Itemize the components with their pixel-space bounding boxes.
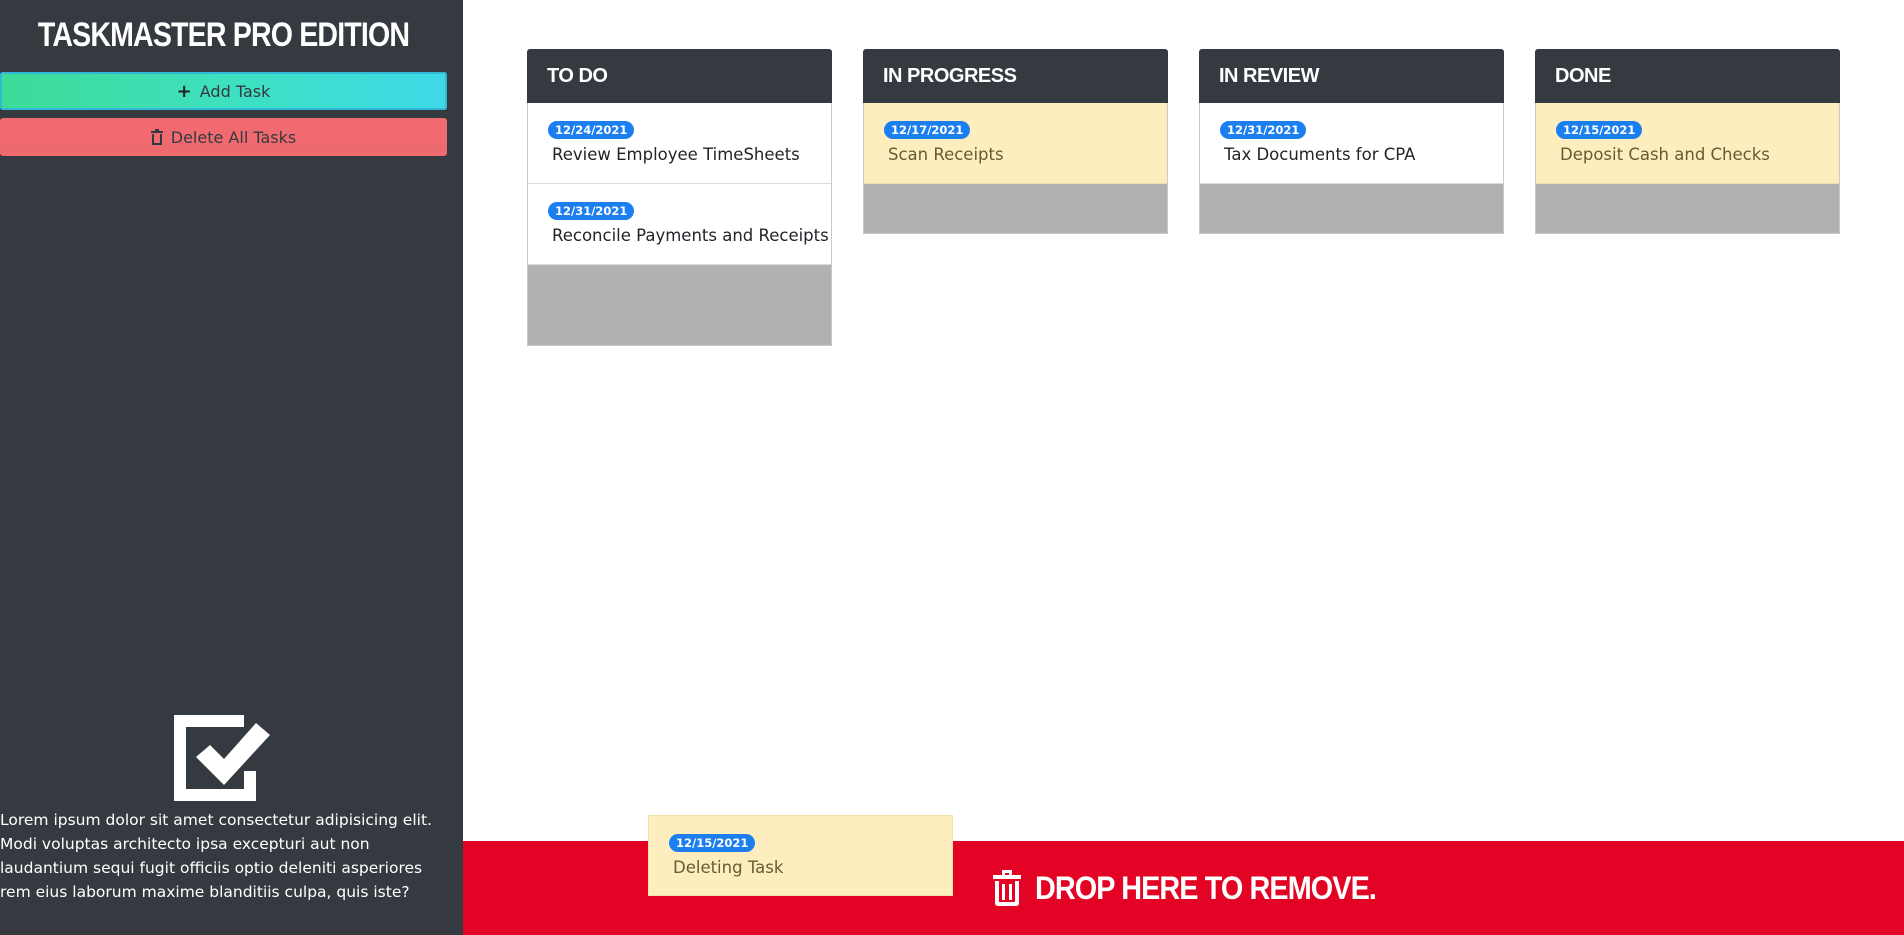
column-done: DONE 12/15/2021 Deposit Cash and Checks	[1535, 49, 1840, 234]
due-date-badge: 12/15/2021	[1556, 121, 1643, 139]
column-drop-area[interactable]	[1200, 184, 1503, 233]
drop-zone-label: DROP HERE TO REMOVE.	[1035, 869, 1377, 906]
task-text: Tax Documents for CPA	[1224, 145, 1416, 164]
column-in-progress: IN PROGRESS 12/17/2021 Scan Receipts	[863, 49, 1168, 234]
column-header: TO DO	[527, 49, 832, 103]
due-date-badge: 12/15/2021	[669, 834, 756, 852]
task-text: Deleting Task	[673, 858, 784, 877]
task-card[interactable]: 12/31/2021 Tax Documents for CPA	[1200, 103, 1503, 184]
column-header: IN REVIEW	[1199, 49, 1504, 103]
column-drop-area[interactable]	[528, 265, 831, 345]
delete-all-label: Delete All Tasks	[170, 127, 297, 147]
task-text: Scan Receipts	[888, 145, 1004, 164]
sidebar: TASKMASTER PRO EDITION + Add Task Delete…	[0, 0, 463, 935]
column-in-review: IN REVIEW 12/31/2021 Tax Documents for C…	[1199, 49, 1504, 234]
sidebar-description: Lorem ipsum dolor sit amet consectetur a…	[0, 811, 432, 901]
task-text: Review Employee TimeSheets	[552, 145, 800, 164]
trash-icon	[150, 128, 163, 145]
delete-all-tasks-button[interactable]: Delete All Tasks	[0, 118, 447, 156]
app: TASKMASTER PRO EDITION + Add Task Delete…	[0, 0, 1904, 935]
column-todo: TO DO 12/24/2021 Review Employee TimeShe…	[527, 49, 832, 346]
add-task-button[interactable]: + Add Task	[0, 72, 447, 110]
column-body[interactable]: 12/17/2021 Scan Receipts	[863, 103, 1168, 234]
checkbox-check-icon	[174, 715, 270, 801]
column-drop-area[interactable]	[1536, 184, 1839, 233]
due-date-badge: 12/31/2021	[548, 202, 635, 220]
task-card[interactable]: 12/31/2021 Reconcile Payments and Receip…	[528, 184, 831, 265]
dragging-task-card[interactable]: 12/15/2021 Deleting Task	[648, 815, 953, 896]
task-card[interactable]: 12/24/2021 Review Employee TimeSheets	[528, 103, 831, 184]
due-date-badge: 12/31/2021	[1220, 121, 1307, 139]
plus-icon: +	[176, 80, 192, 102]
task-text: Deposit Cash and Checks	[1560, 145, 1770, 164]
column-drop-area[interactable]	[864, 184, 1167, 233]
trash-icon	[993, 870, 1022, 906]
task-card[interactable]: 12/15/2021 Deposit Cash and Checks	[1536, 103, 1839, 184]
column-header: DONE	[1535, 49, 1840, 103]
app-title: TASKMASTER PRO EDITION	[37, 16, 410, 54]
add-task-label: Add Task	[199, 81, 271, 101]
due-date-badge: 12/24/2021	[548, 121, 635, 139]
column-header: IN PROGRESS	[863, 49, 1168, 103]
column-body[interactable]: 12/31/2021 Tax Documents for CPA	[1199, 103, 1504, 234]
task-card[interactable]: 12/17/2021 Scan Receipts	[864, 103, 1167, 184]
column-body[interactable]: 12/15/2021 Deposit Cash and Checks	[1535, 103, 1840, 234]
task-text: Reconcile Payments and Receipts	[552, 226, 829, 245]
column-body[interactable]: 12/24/2021 Review Employee TimeSheets 12…	[527, 103, 832, 346]
due-date-badge: 12/17/2021	[884, 121, 971, 139]
